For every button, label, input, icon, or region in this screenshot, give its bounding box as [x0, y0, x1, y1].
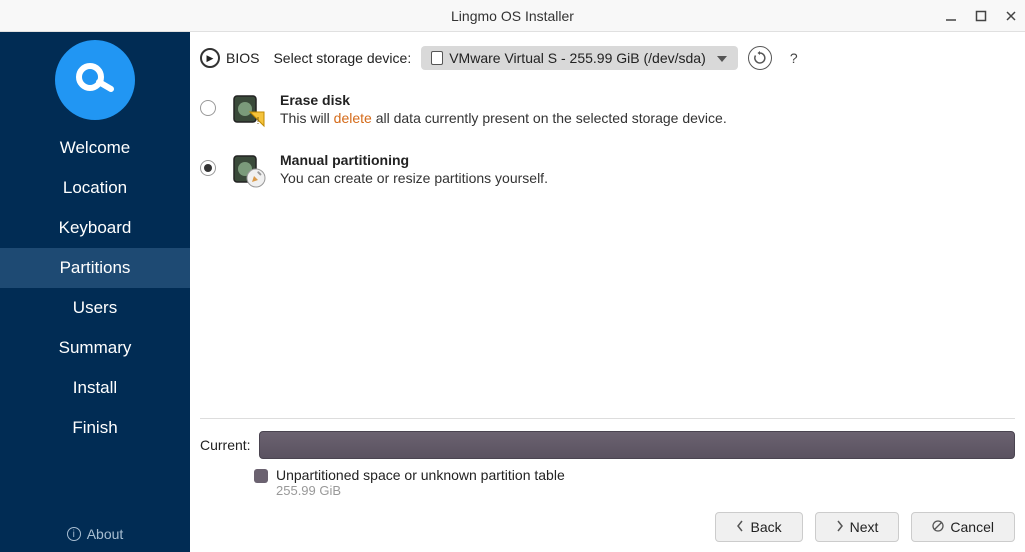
sidebar-label: Keyboard [59, 218, 132, 238]
separator [200, 418, 1015, 419]
help-label: ? [790, 50, 798, 66]
legend-size: 255.99 GiB [276, 483, 565, 498]
sidebar-label: Partitions [60, 258, 131, 278]
disk-icon [431, 51, 443, 65]
erase-desc: This will delete all data currently pres… [280, 110, 727, 126]
titlebar: Lingmo OS Installer [0, 0, 1025, 32]
window-title: Lingmo OS Installer [0, 8, 1025, 24]
legend-swatch [254, 469, 268, 483]
sidebar-label: Summary [59, 338, 132, 358]
partition-bar[interactable] [259, 431, 1015, 459]
sidebar: Welcome Location Keyboard Partitions Use… [0, 32, 190, 552]
sidebar-label: Users [73, 298, 117, 318]
chevron-down-icon [716, 50, 728, 66]
option-erase-disk[interactable]: ! Erase disk This will delete all data c… [200, 88, 1015, 148]
sidebar-label: Welcome [60, 138, 131, 158]
info-icon: i [67, 527, 81, 541]
storage-device-value: VMware Virtual S - 255.99 GiB (/dev/sda) [449, 50, 706, 66]
sidebar-item-install[interactable]: Install [0, 368, 190, 408]
sidebar-item-finish[interactable]: Finish [0, 408, 190, 448]
maximize-button[interactable] [973, 8, 989, 24]
help-button[interactable]: ? [782, 46, 806, 70]
manual-partitioning-icon [230, 152, 266, 188]
about-button[interactable]: i About [67, 526, 124, 542]
manual-title: Manual partitioning [280, 152, 548, 168]
storage-device-dropdown[interactable]: VMware Virtual S - 255.99 GiB (/dev/sda) [421, 46, 738, 70]
select-device-label: Select storage device: [273, 50, 411, 66]
erase-desc-pre: This will [280, 110, 334, 126]
manual-desc: You can create or resize partitions your… [280, 170, 548, 186]
close-button[interactable] [1003, 8, 1019, 24]
sidebar-item-summary[interactable]: Summary [0, 328, 190, 368]
erase-title: Erase disk [280, 92, 727, 108]
distro-logo [55, 40, 135, 120]
content-area: ▶ BIOS Select storage device: VMware Vir… [190, 32, 1025, 552]
legend-title: Unpartitioned space or unknown partition… [276, 467, 565, 483]
svg-text:!: ! [257, 116, 260, 127]
chevron-left-icon [736, 520, 744, 535]
option-manual-partitioning[interactable]: Manual partitioning You can create or re… [200, 148, 1015, 208]
radio-manual[interactable] [200, 160, 216, 176]
firmware-icon: ▶ [200, 48, 220, 68]
cancel-button[interactable]: Cancel [911, 512, 1015, 542]
erase-delete-word: delete [334, 110, 372, 126]
back-label: Back [750, 519, 781, 535]
cancel-label: Cancel [950, 519, 994, 535]
cancel-icon [932, 520, 944, 535]
next-label: Next [850, 519, 879, 535]
next-button[interactable]: Next [815, 512, 900, 542]
firmware-indicator: ▶ BIOS [200, 48, 259, 68]
radio-erase[interactable] [200, 100, 216, 116]
sidebar-label: Finish [72, 418, 117, 438]
sidebar-label: Location [63, 178, 127, 198]
sidebar-item-users[interactable]: Users [0, 288, 190, 328]
minimize-button[interactable] [943, 8, 959, 24]
sidebar-item-location[interactable]: Location [0, 168, 190, 208]
about-label: About [87, 526, 124, 542]
current-label: Current: [200, 437, 251, 453]
refresh-button[interactable] [748, 46, 772, 70]
sidebar-item-partitions[interactable]: Partitions [0, 248, 190, 288]
partition-legend: Unpartitioned space or unknown partition… [200, 467, 1015, 498]
erase-disk-icon: ! [230, 92, 266, 128]
erase-desc-post: all data currently present on the select… [372, 110, 727, 126]
chevron-right-icon [836, 520, 844, 535]
sidebar-item-welcome[interactable]: Welcome [0, 128, 190, 168]
sidebar-item-keyboard[interactable]: Keyboard [0, 208, 190, 248]
back-button[interactable]: Back [715, 512, 802, 542]
firmware-label: BIOS [226, 50, 259, 66]
sidebar-label: Install [73, 378, 117, 398]
